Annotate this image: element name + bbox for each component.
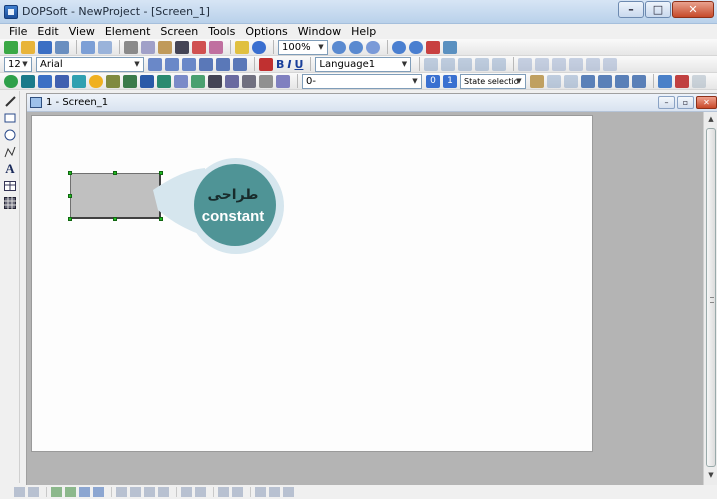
callout-arabic-text: طراحی [207, 187, 259, 203]
toolbar-separator [213, 487, 214, 497]
same-height-icon[interactable] [195, 487, 206, 497]
flip-vertical-icon[interactable] [232, 487, 243, 497]
center-vertical-icon[interactable] [158, 487, 169, 497]
align-right-edges-icon[interactable] [28, 487, 39, 497]
space-horizontal-icon[interactable] [116, 487, 127, 497]
flip-horizontal-icon[interactable] [218, 487, 229, 497]
send-backward-icon[interactable] [65, 487, 76, 497]
space-vertical-icon[interactable] [130, 487, 141, 497]
callout-english-text: constant [201, 208, 265, 225]
send-to-back-icon[interactable] [93, 487, 104, 497]
toolbar-separator [111, 487, 112, 497]
layout-toolbar [0, 485, 717, 499]
bring-forward-icon[interactable] [51, 487, 62, 497]
callout-annotation [153, 158, 284, 254]
toolbar-separator [46, 487, 47, 497]
toolbar-separator [176, 487, 177, 497]
grid-toggle-icon[interactable] [255, 487, 266, 497]
same-width-icon[interactable] [181, 487, 192, 497]
align-left-edges-icon[interactable] [14, 487, 25, 497]
toolbar-separator [250, 487, 251, 497]
snap-icon[interactable] [269, 487, 280, 497]
center-horizontal-icon[interactable] [144, 487, 155, 497]
bring-to-front-icon[interactable] [79, 487, 90, 497]
ruler-icon[interactable] [283, 487, 294, 497]
callout-bubble [194, 164, 276, 246]
